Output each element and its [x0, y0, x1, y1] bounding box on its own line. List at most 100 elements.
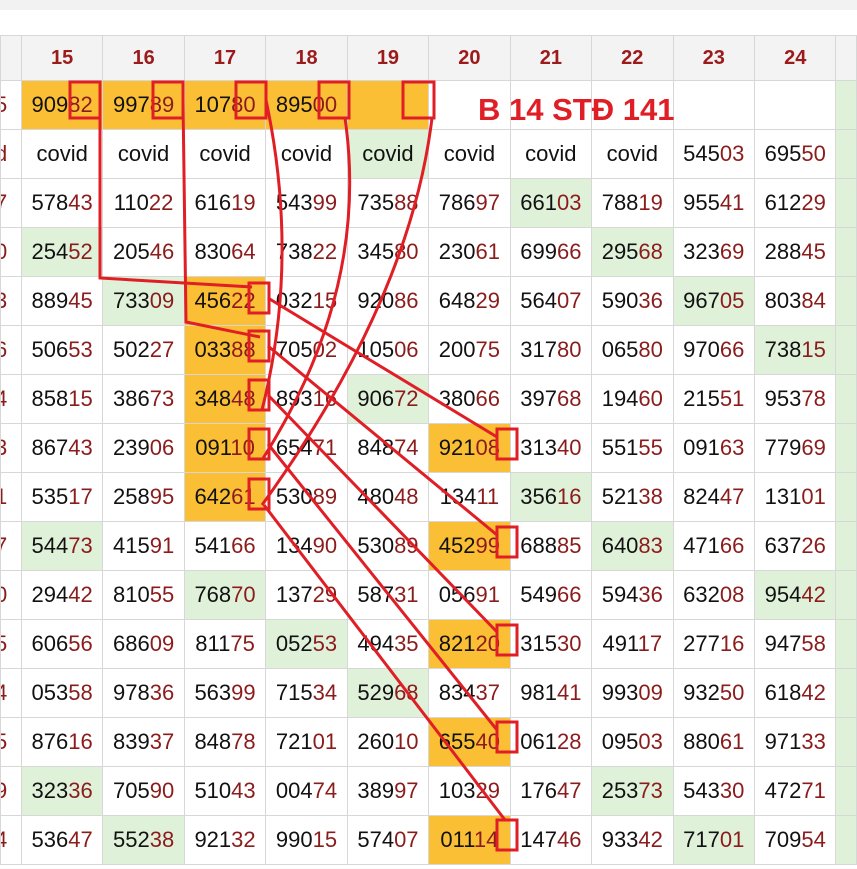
cell-tail-digits: 58 — [801, 631, 826, 656]
cell-value: 84874 — [357, 435, 419, 460]
cell-value: 5 — [1, 631, 7, 656]
cell-value: 21551 — [683, 386, 745, 411]
cell-value: 87616 — [31, 729, 93, 754]
cell-value: 32336 — [31, 778, 93, 803]
cell-tail-digits: 09 — [149, 631, 175, 656]
table-cell: 60656 — [20, 619, 104, 669]
table-cell — [835, 619, 857, 669]
table-row: 7 54473 41591 54166 13490 53089 45299 68885 6408… — [0, 521, 857, 571]
table-cell: 69550 — [753, 129, 837, 179]
cell-value: 89500 — [275, 92, 338, 117]
cell-tail-digits: 90 — [149, 778, 175, 803]
cell-tail-digits: 99 — [475, 533, 500, 558]
table-row: 0 25452 20546 83064 73822 34580 23061 69966 2956… — [0, 227, 857, 277]
table-cell: 92132 — [183, 815, 267, 865]
table-cell: 14746 — [509, 815, 593, 865]
table-row: 4 53647 55238 92132 99015 57407 01114 14746 9334… — [0, 815, 857, 865]
cell-value: 70502 — [275, 337, 338, 362]
cell-tail-digits: 01 — [312, 729, 338, 754]
cell-value: 81175 — [195, 631, 255, 656]
table-cell: 64261 — [183, 472, 267, 522]
cell-value: 68885 — [520, 533, 582, 558]
table-cell: 87616 — [20, 717, 104, 767]
cell-tail-digits: 99 — [231, 680, 256, 705]
cell-tail-digits: 03 — [556, 190, 582, 215]
table-cell: 52968 — [346, 668, 430, 718]
table-cell: d — [0, 129, 22, 179]
table-cell: 85815 — [20, 374, 104, 424]
cell-tail-digits: 75 — [230, 631, 255, 656]
cell-tail-digits: 46 — [556, 827, 582, 852]
table-cell: 38997 — [346, 766, 430, 816]
grid-body: 590982997891078089500dcovidcovidcovidcov… — [0, 80, 857, 865]
cell-value: 54399 — [275, 190, 338, 215]
table-cell: 45622 — [183, 276, 267, 326]
cell-tail-digits: 47 — [556, 778, 582, 803]
cell-tail-digits: 43 — [68, 435, 93, 460]
table-cell: 99015 — [265, 815, 348, 865]
cell-tail-digits: 30 — [719, 778, 745, 803]
table-cell: 03215 — [265, 276, 348, 326]
table-row: 6 50653 50227 03388 70502 10506 20075 31780 0658… — [0, 325, 857, 375]
cell-value: 90982 — [31, 92, 93, 117]
cell-value: 53647 — [31, 827, 93, 852]
table-cell: 61619 — [183, 178, 267, 228]
cell-tail-digits: 46 — [149, 239, 175, 264]
table-cell: 34580 — [346, 227, 430, 277]
cell-tail-digits: 36 — [149, 680, 175, 705]
cell-value: 54166 — [194, 533, 256, 558]
cell-value: 7 — [1, 190, 7, 215]
cell-tail-digits: 36 — [638, 582, 663, 607]
table-cell: 70502 — [265, 325, 348, 375]
cell-value: 00474 — [275, 778, 338, 803]
cell-tail-digits: 80 — [556, 337, 582, 362]
cell-tail-digits: 73 — [638, 778, 663, 803]
cell-tail-digits: 31 — [394, 582, 419, 607]
cell-value: 81055 — [112, 582, 175, 607]
table-cell: 83437 — [428, 668, 511, 718]
table-cell: 51043 — [183, 766, 267, 816]
cell-value: 13101 — [764, 484, 826, 509]
table-cell: 0 — [0, 570, 22, 620]
cell-value: 78819 — [601, 190, 663, 215]
cell-value: 54966 — [520, 582, 582, 607]
cell-tail-digits: 29 — [475, 288, 500, 313]
cell-value: 05691 — [438, 582, 500, 607]
table-cell: 27716 — [672, 619, 755, 669]
table-cell: 73815 — [753, 325, 837, 375]
cell-value: 95378 — [764, 386, 826, 411]
cell-value: 14746 — [520, 827, 582, 852]
table-cell: 4 — [0, 815, 22, 865]
table-cell: 13490 — [265, 521, 348, 571]
cell-tail-digits: 40 — [475, 729, 500, 754]
cell-tail-digits: 29 — [801, 190, 826, 215]
cell-tail-digits: 48 — [231, 386, 256, 411]
table-cell: 10780 — [183, 80, 267, 130]
cell-value: 6 — [1, 337, 7, 362]
cell-tail-digits: 03 — [719, 141, 745, 166]
table-cell: 64083 — [591, 521, 674, 571]
cell-value: 05253 — [275, 631, 338, 656]
cell-value: 49435 — [357, 631, 419, 656]
table-cell: 97066 — [672, 325, 755, 375]
cell-value: 50653 — [31, 337, 93, 362]
table-cell: 59436 — [591, 570, 674, 620]
cell-tail-digits: 05 — [719, 288, 745, 313]
cell-value: 93250 — [683, 680, 745, 705]
cell-tail-digits: 38 — [638, 484, 663, 509]
cell-value: 38673 — [112, 386, 175, 411]
cell-value: covid — [525, 141, 577, 166]
table-cell: 70590 — [102, 766, 185, 816]
cell-tail-digits: 41 — [719, 190, 745, 215]
cell-value: 51043 — [194, 778, 256, 803]
cell-value: 29568 — [601, 239, 663, 264]
cell-tail-digits: 53 — [312, 631, 338, 656]
table-cell: 73822 — [265, 227, 348, 277]
cell-value: 41591 — [112, 533, 175, 558]
table-cell: 99789 — [102, 80, 185, 130]
table-cell: 54503 — [672, 129, 755, 179]
cell-tail-digits: 16 — [312, 386, 338, 411]
cell-value: 64083 — [601, 533, 663, 558]
cell-value: covid — [117, 141, 170, 166]
cell-tail-digits: 40 — [556, 435, 582, 460]
